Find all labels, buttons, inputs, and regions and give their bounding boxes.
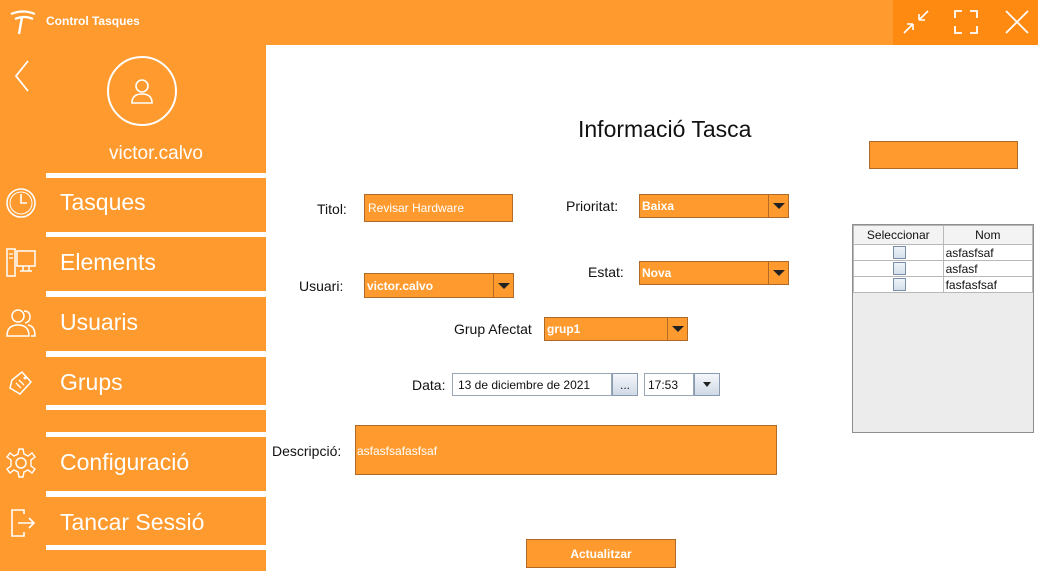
state-value: Nova (642, 266, 672, 280)
name-cell: asfasfsaf (942, 244, 1034, 261)
clock-icon (6, 188, 36, 218)
sidebar-item-tancar-sessio[interactable]: Tancar Sessió (0, 496, 266, 550)
close-icon[interactable] (1001, 6, 1033, 38)
app-title: Control Tasques (46, 14, 140, 28)
state-label: Estat: (588, 264, 624, 280)
brand-logo-icon (10, 10, 36, 35)
update-button[interactable]: Actualitzar (526, 539, 676, 568)
description-field[interactable]: asfasfsafasfsaf (355, 425, 777, 475)
row-checkbox[interactable] (892, 278, 906, 291)
select-cell[interactable] (853, 260, 944, 277)
title-bar (0, 0, 1038, 45)
date-label: Data: (412, 377, 446, 393)
minimize-icon[interactable] (900, 6, 932, 38)
avatar (107, 56, 177, 126)
chevron-left-icon[interactable] (6, 56, 38, 96)
group-value: grup1 (547, 322, 581, 336)
priority-select[interactable]: Baixa (639, 194, 789, 218)
chevron-down-icon[interactable] (768, 195, 788, 217)
gear-icon (6, 448, 36, 478)
sidebar-item-grups[interactable]: Grups (0, 356, 266, 410)
sidebar-item-tasques[interactable]: Tasques (0, 176, 266, 230)
row-checkbox[interactable] (892, 246, 906, 259)
time-field[interactable]: 17:53 (644, 373, 694, 396)
page-title: Informació Tasca (578, 116, 752, 142)
user-value: victor.calvo (367, 278, 434, 293)
row-checkbox[interactable] (892, 262, 906, 275)
sidebar-item-label: Usuaris (60, 309, 138, 335)
members-table: Seleccionar Nom asfasfsaf asfasf fasfasf… (853, 225, 1034, 293)
user-select[interactable]: victor.calvo (364, 273, 514, 298)
date-picker-button[interactable]: ... (612, 373, 638, 396)
title-field[interactable]: Revisar Hardware (364, 194, 513, 222)
chevron-down-icon[interactable] (493, 274, 513, 297)
chevron-down-icon[interactable] (667, 318, 687, 340)
title-label: Titol: (317, 201, 347, 217)
top-right-field[interactable] (869, 141, 1018, 169)
sidebar-item-label: Configuració (60, 449, 190, 475)
sidebar-item-usuaris[interactable]: Usuaris (0, 296, 266, 350)
group-select[interactable]: grup1 (544, 317, 688, 341)
sidebar-item-label: Elements (60, 249, 156, 275)
nav-spacer (46, 410, 266, 432)
logout-icon (11, 509, 36, 537)
column-header-name[interactable]: Nom (942, 225, 1034, 245)
name-cell: asfasf (942, 260, 1034, 277)
select-cell[interactable] (853, 276, 944, 293)
sidebar-item-label: Tancar Sessió (60, 509, 205, 535)
computer-icon (6, 248, 36, 277)
group-label: Grup Afectat (454, 321, 532, 337)
user-avatar-icon (131, 79, 153, 104)
username: victor.calvo (109, 143, 203, 164)
user-label: Usuari: (299, 278, 344, 294)
sidebar-item-label: Tasques (60, 189, 146, 215)
time-dropdown-button[interactable] (694, 373, 720, 396)
description-label: Descripció: (272, 443, 342, 459)
sidebar-item-label: Grups (60, 369, 123, 395)
column-header-select[interactable]: Seleccionar (853, 225, 944, 245)
table-row[interactable]: fasfasfsaf (853, 276, 1034, 293)
nav-spacer-bottom (46, 550, 266, 571)
table-row[interactable]: asfasf (853, 260, 1034, 277)
chevron-down-icon[interactable] (768, 262, 788, 284)
maximize-icon[interactable] (950, 6, 982, 38)
date-field[interactable]: 13 de diciembre de 2021 (452, 373, 612, 396)
state-select[interactable]: Nova (639, 261, 789, 285)
table-row[interactable]: asfasfsaf (853, 244, 1034, 261)
name-cell: fasfasfsaf (942, 276, 1034, 293)
tag-icon (9, 370, 33, 395)
priority-label: Prioritat: (566, 198, 619, 214)
priority-value: Baixa (642, 199, 675, 213)
select-cell[interactable] (853, 244, 944, 261)
sidebar-item-elements[interactable]: Elements (0, 236, 266, 290)
sidebar-item-configuracio[interactable]: Configuració (0, 436, 266, 490)
members-table-panel: Seleccionar Nom asfasfsaf asfasf fasfasf… (852, 224, 1034, 433)
users-icon (6, 309, 36, 337)
